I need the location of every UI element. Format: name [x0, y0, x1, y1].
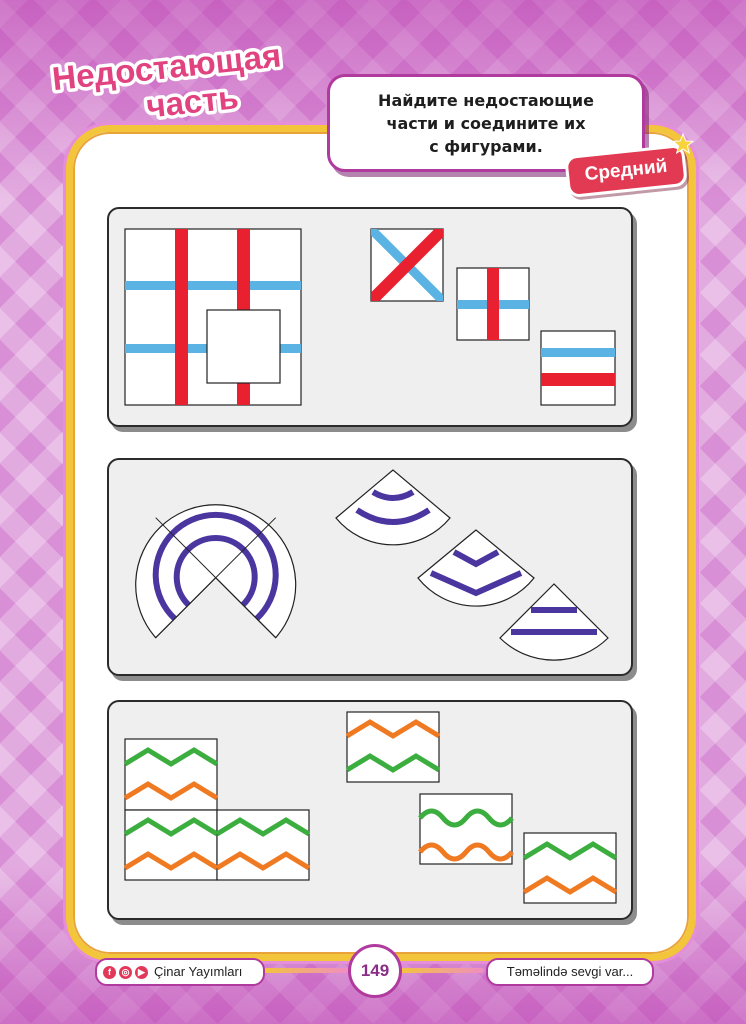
instagram-icon[interactable]: ◎ — [119, 965, 132, 979]
lines-piece-horizontal[interactable] — [540, 330, 616, 406]
publisher-pill: f ◎ ▶ Çinar Yayımları — [95, 958, 265, 986]
lines-piece-diagonal[interactable] — [370, 228, 444, 302]
zigzag-piece-2[interactable] — [522, 832, 618, 904]
lines-puzzle-figure — [124, 228, 302, 406]
zigzag-piece-1[interactable] — [345, 711, 441, 783]
arcs-piece-chevron[interactable] — [417, 529, 535, 607]
arcs-puzzle-figure — [135, 504, 297, 639]
facebook-icon[interactable]: f — [103, 965, 116, 979]
zigzag-piece-wavy[interactable] — [418, 793, 514, 865]
slogan-pill: Təməlində sevgi var... — [486, 958, 654, 986]
footer-line-left — [262, 968, 348, 973]
star-icon — [672, 133, 694, 155]
zigzag-puzzle-figure — [123, 738, 311, 881]
panel-lines — [107, 207, 633, 427]
footer-line-right — [398, 968, 484, 973]
panel-zigzag — [107, 700, 633, 920]
slogan-text: Təməlində sevgi var... — [506, 964, 634, 979]
lines-piece-cross[interactable] — [456, 267, 530, 341]
arcs-piece-straight[interactable] — [499, 583, 609, 661]
publisher-name: Çinar Yayımları — [154, 964, 243, 979]
arcs-piece-curved[interactable] — [335, 469, 451, 546]
page-number: 149 — [348, 944, 402, 998]
panel-arcs — [107, 458, 633, 676]
youtube-icon[interactable]: ▶ — [135, 965, 148, 979]
instruction-text: Найдите недостающие части и соедините их… — [378, 90, 594, 156]
title: Недостающая часть — [47, 33, 286, 128]
